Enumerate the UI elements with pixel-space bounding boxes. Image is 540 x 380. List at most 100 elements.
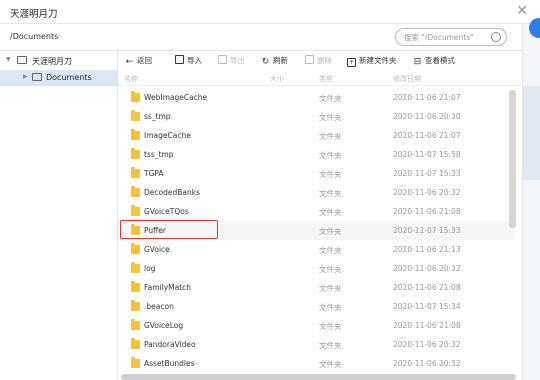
title-bar: 天涯明月刀 ✕: [0, 0, 540, 24]
folder-outline-icon: [17, 56, 27, 64]
table-row[interactable]: ss_tmp 文件夹 2020-11-06 20:30: [118, 107, 516, 126]
table-row[interactable]: GVoiceLog 文件夹 2020-11-06 21:08: [118, 316, 516, 335]
table-row[interactable]: .beacon 文件夹 2020-11-07 15:34: [118, 297, 516, 316]
export-icon: [218, 55, 227, 64]
file-type: 文件夹: [319, 94, 342, 103]
file-date: 2020-11-06 21:08: [393, 207, 461, 216]
horizontal-scrollbar[interactable]: [121, 374, 516, 380]
highlight-annotation: [120, 220, 218, 239]
search-input[interactable]: 搜索 "/Documents": [395, 28, 507, 46]
search-icon[interactable]: [491, 32, 501, 42]
table-header: 名称 大小 类型 修改日期: [118, 72, 522, 86]
close-icon[interactable]: ✕: [516, 3, 528, 19]
refresh-label: 刷新: [273, 56, 288, 65]
folder-icon: [131, 319, 140, 330]
file-date: 2020-11-06 21:08: [393, 283, 461, 292]
import-icon: [175, 55, 184, 64]
file-type: 文件夹: [319, 246, 342, 255]
folder-icon: [131, 129, 140, 140]
new-folder-button[interactable]: + 新建文件夹: [347, 55, 397, 67]
file-name: tss_tmp: [144, 150, 174, 159]
import-button[interactable]: 导入: [175, 55, 202, 66]
tree-item-documents[interactable]: ▶ Documents: [0, 70, 118, 86]
folder-icon: [131, 186, 140, 197]
column-name[interactable]: 名称: [124, 74, 138, 84]
folder-icon: [131, 357, 140, 368]
table-row[interactable]: TGPA 文件夹 2020-11-07 15:33: [118, 164, 516, 183]
table-row[interactable]: AssetBundles 文件夹 2020-11-06 20:32: [118, 354, 516, 373]
toolbar: ← 返回 导入 导出 ↻ 刷新 删除 + 新建文件夹 ⊟ 查看模式: [118, 51, 522, 71]
folder-icon: [131, 281, 140, 292]
table-row[interactable]: ImageCache 文件夹 2020-11-06 21:07: [118, 126, 516, 145]
table-row[interactable]: GVoiceTQos 文件夹 2020-11-06 21:08: [118, 202, 516, 221]
table-row[interactable]: WebImageCache 文件夹 2020-11-06 21:07: [118, 88, 516, 107]
path-bar: /Documents 搜索 "/Documents": [0, 24, 540, 50]
file-type: 文件夹: [319, 322, 342, 331]
import-label: 导入: [187, 56, 202, 65]
file-date: 2020-11-06 21:07: [393, 93, 461, 102]
file-name: GVoiceLog: [144, 321, 184, 330]
file-type: 文件夹: [319, 360, 342, 369]
file-name: GVoiceTQos: [144, 207, 189, 216]
file-name: PandoraVideo: [144, 340, 196, 349]
file-name: ImageCache: [144, 131, 191, 140]
file-name: TGPA: [144, 169, 164, 178]
table-row[interactable]: GVoice 文件夹 2020-11-06 21:13: [118, 240, 516, 259]
file-type: 文件夹: [319, 132, 342, 141]
file-name: GVoice: [144, 245, 170, 254]
back-button[interactable]: ← 返回: [125, 55, 152, 67]
file-type: 文件夹: [319, 284, 342, 293]
new-folder-label: 新建文件夹: [359, 56, 397, 65]
file-date: 2020-11-06 20:32: [393, 359, 461, 368]
column-type[interactable]: 类型: [319, 74, 333, 84]
file-name: .beacon: [144, 302, 174, 311]
file-type: 文件夹: [319, 341, 342, 350]
file-name: WebImageCache: [144, 93, 208, 102]
view-mode-label: 查看模式: [425, 56, 455, 65]
app-badge-icon: [529, 18, 540, 38]
view-mode-icon: ⊟: [413, 57, 422, 67]
file-type: 文件夹: [319, 227, 342, 236]
expand-arrow-icon[interactable]: ▶: [23, 73, 28, 80]
back-label: 返回: [137, 56, 152, 65]
file-type: 文件夹: [319, 208, 342, 217]
file-date: 2020-11-06 21:13: [393, 245, 461, 254]
column-size[interactable]: 大小: [270, 74, 284, 84]
table-row[interactable]: PandoraVideo 文件夹 2020-11-06 20:32: [118, 335, 516, 354]
background-window-edge: [522, 18, 540, 380]
file-date: 2020-11-06 20:32: [393, 188, 461, 197]
vertical-scrollbar[interactable]: [509, 90, 516, 228]
folder-icon: [131, 262, 140, 273]
table-row[interactable]: log 文件夹 2020-11-06 20:32: [118, 259, 516, 278]
refresh-icon: ↻: [261, 57, 270, 67]
export-button[interactable]: 导出: [218, 55, 245, 66]
current-path: /Documents: [10, 32, 59, 41]
file-date: 2020-11-06 21:08: [393, 321, 461, 330]
collapse-arrow-icon[interactable]: ▼: [6, 56, 11, 63]
file-date: 2020-11-07 15:33: [393, 169, 461, 178]
file-date: 2020-11-07 15:58: [393, 150, 461, 159]
table-row[interactable]: tss_tmp 文件夹 2020-11-07 15:58: [118, 145, 516, 164]
folder-icon: [131, 148, 140, 159]
file-date: 2020-11-06 21:07: [393, 131, 461, 140]
file-type: 文件夹: [319, 189, 342, 198]
table-row[interactable]: DecodedBanks 文件夹 2020-11-06 20:32: [118, 183, 516, 202]
tree-item-root[interactable]: ▼ 天涯明月刀: [0, 53, 118, 69]
file-date: 2020-11-06 20:30: [393, 112, 461, 121]
arrow-left-icon: ←: [125, 57, 134, 67]
trash-icon: [305, 55, 314, 64]
delete-label: 删除: [317, 56, 332, 65]
file-date: 2020-11-06 20:32: [393, 340, 461, 349]
tree-item-label: Documents: [46, 73, 92, 82]
delete-button[interactable]: 删除: [305, 55, 332, 66]
folder-icon: [131, 91, 140, 102]
column-modified[interactable]: 修改日期: [393, 74, 421, 84]
window-title: 天涯明月刀: [10, 9, 58, 20]
sidebar-tree: ▼ 天涯明月刀 ▶ Documents: [0, 51, 118, 380]
file-date: 2020-11-07 15:33: [393, 226, 461, 235]
table-row[interactable]: FamilyMatch 文件夹 2020-11-06 21:08: [118, 278, 516, 297]
file-type: 文件夹: [319, 303, 342, 312]
refresh-button[interactable]: ↻ 刷新: [261, 55, 288, 67]
view-mode-button[interactable]: ⊟ 查看模式: [413, 55, 455, 67]
file-type: 文件夹: [319, 151, 342, 160]
